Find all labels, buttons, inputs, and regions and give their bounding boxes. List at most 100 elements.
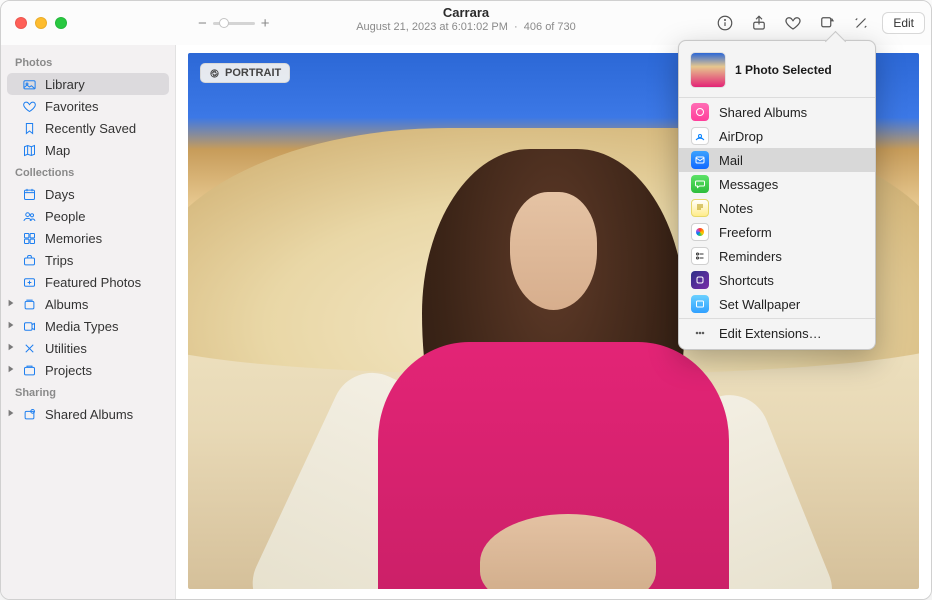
shared-albums-icon: [691, 103, 709, 121]
share-item-mail[interactable]: Mail: [679, 148, 875, 172]
share-item-label: Shortcuts: [719, 273, 774, 288]
disclosure-icon[interactable]: [7, 343, 15, 353]
sidebar-item-projects[interactable]: Projects: [7, 359, 169, 381]
portrait-badge[interactable]: PORTRAIT: [200, 63, 290, 83]
zoom-in-icon[interactable]: +: [261, 15, 270, 32]
suitcase-icon: [21, 252, 37, 268]
sidebar-item-days[interactable]: Days: [7, 183, 169, 205]
photo-subtitle: August 21, 2023 at 6:01:02 PM · 406 of 7…: [356, 21, 576, 33]
share-item-shared-albums[interactable]: Shared Albums: [679, 100, 875, 124]
toolbar-left: − +: [176, 14, 270, 32]
share-item-label: Freeform: [719, 225, 772, 240]
airdrop-icon: [691, 127, 709, 145]
photo-location: Carrara: [356, 5, 576, 20]
sidebar-item-favorites[interactable]: Favorites: [7, 95, 169, 117]
titlebar: − + Carrara August 21, 2023 at 6:01:02 P…: [1, 1, 931, 45]
share-item-label: Reminders: [719, 249, 782, 264]
share-popover: 1 Photo Selected Shared Albums AirDrop M…: [678, 40, 876, 350]
share-thumbnail: [691, 53, 725, 87]
sidebar-item-utilities[interactable]: Utilities: [7, 337, 169, 359]
share-item-set-wallpaper[interactable]: Set Wallpaper: [679, 292, 875, 316]
share-item-label: Edit Extensions…: [719, 326, 822, 341]
share-item-freeform[interactable]: Freeform: [679, 220, 875, 244]
share-item-label: Mail: [719, 153, 743, 168]
sidebar[interactable]: Photos Library Favorites Recently Saved …: [1, 45, 176, 599]
wallpaper-icon: [691, 295, 709, 313]
zoom-slider[interactable]: [213, 22, 255, 25]
edit-button[interactable]: Edit: [882, 12, 925, 34]
share-selection-count: 1 Photo Selected: [735, 63, 832, 77]
sidebar-item-label: Days: [45, 187, 75, 202]
disclosure-icon[interactable]: [7, 409, 15, 419]
share-item-messages[interactable]: Messages: [679, 172, 875, 196]
disclosure-icon[interactable]: [7, 321, 15, 331]
mail-icon: [691, 151, 709, 169]
sidebar-item-label: People: [45, 209, 85, 224]
share-popover-header: 1 Photo Selected: [679, 47, 875, 95]
sidebar-item-label: Favorites: [45, 99, 98, 114]
sparkle-icon: [21, 274, 37, 290]
calendar-icon: [21, 186, 37, 202]
sidebar-item-label: Memories: [45, 231, 102, 246]
sidebar-item-people[interactable]: People: [7, 205, 169, 227]
disclosure-icon[interactable]: [7, 299, 15, 309]
sidebar-item-label: Map: [45, 143, 70, 158]
share-item-label: Notes: [719, 201, 753, 216]
favorite-button[interactable]: [780, 9, 806, 37]
utilities-icon: [21, 340, 37, 356]
window-traffic-lights: [1, 17, 176, 29]
sidebar-item-media-types[interactable]: Media Types: [7, 315, 169, 337]
sidebar-item-memories[interactable]: Memories: [7, 227, 169, 249]
toolbar-right: Edit: [712, 9, 925, 37]
sidebar-item-label: Media Types: [45, 319, 118, 334]
share-item-shortcuts[interactable]: Shortcuts: [679, 268, 875, 292]
library-icon: [21, 76, 37, 92]
sidebar-item-albums[interactable]: Albums: [7, 293, 169, 315]
separator: [679, 318, 875, 319]
disclosure-icon[interactable]: [7, 365, 15, 375]
share-item-label: AirDrop: [719, 129, 763, 144]
share-item-notes[interactable]: Notes: [679, 196, 875, 220]
info-button[interactable]: [712, 9, 738, 37]
projects-icon: [21, 362, 37, 378]
sidebar-section-collections: Collections: [1, 161, 175, 183]
share-item-reminders[interactable]: Reminders: [679, 244, 875, 268]
share-item-label: Shared Albums: [719, 105, 807, 120]
zoom-control[interactable]: − +: [198, 15, 270, 32]
share-button[interactable]: [746, 9, 772, 37]
sidebar-section-photos: Photos: [1, 51, 175, 73]
minimize-button[interactable]: [35, 17, 47, 29]
photo-counter: 406 of 730: [524, 21, 576, 33]
sidebar-item-library[interactable]: Library: [7, 73, 169, 95]
auto-enhance-button[interactable]: [848, 9, 874, 37]
title-center: Carrara August 21, 2023 at 6:01:02 PM · …: [356, 5, 576, 33]
share-item-airdrop[interactable]: AirDrop: [679, 124, 875, 148]
freeform-icon: [691, 223, 709, 241]
aperture-icon: [209, 68, 220, 79]
sidebar-item-label: Utilities: [45, 341, 87, 356]
sidebar-item-label: Shared Albums: [45, 407, 133, 422]
sidebar-item-map[interactable]: Map: [7, 139, 169, 161]
sidebar-item-featured-photos[interactable]: Featured Photos: [7, 271, 169, 293]
notes-icon: [691, 199, 709, 217]
zoom-out-icon[interactable]: −: [198, 15, 207, 32]
share-item-label: Messages: [719, 177, 778, 192]
photos-window: − + Carrara August 21, 2023 at 6:01:02 P…: [0, 0, 932, 600]
extensions-icon: [691, 324, 709, 342]
close-button[interactable]: [15, 17, 27, 29]
fullscreen-button[interactable]: [55, 17, 67, 29]
portrait-badge-label: PORTRAIT: [225, 67, 281, 79]
sidebar-item-recently-saved[interactable]: Recently Saved: [7, 117, 169, 139]
memories-icon: [21, 230, 37, 246]
people-icon: [21, 208, 37, 224]
sidebar-item-trips[interactable]: Trips: [7, 249, 169, 271]
photo-detail: [510, 192, 598, 310]
sidebar-item-shared-albums[interactable]: Shared Albums: [7, 403, 169, 425]
sidebar-item-label: Featured Photos: [45, 275, 141, 290]
messages-icon: [691, 175, 709, 193]
albums-icon: [21, 296, 37, 312]
share-item-edit-extensions[interactable]: Edit Extensions…: [679, 321, 875, 345]
photo-datetime: August 21, 2023 at 6:01:02 PM: [356, 21, 508, 33]
sidebar-item-label: Recently Saved: [45, 121, 136, 136]
sidebar-section-sharing: Sharing: [1, 381, 175, 403]
